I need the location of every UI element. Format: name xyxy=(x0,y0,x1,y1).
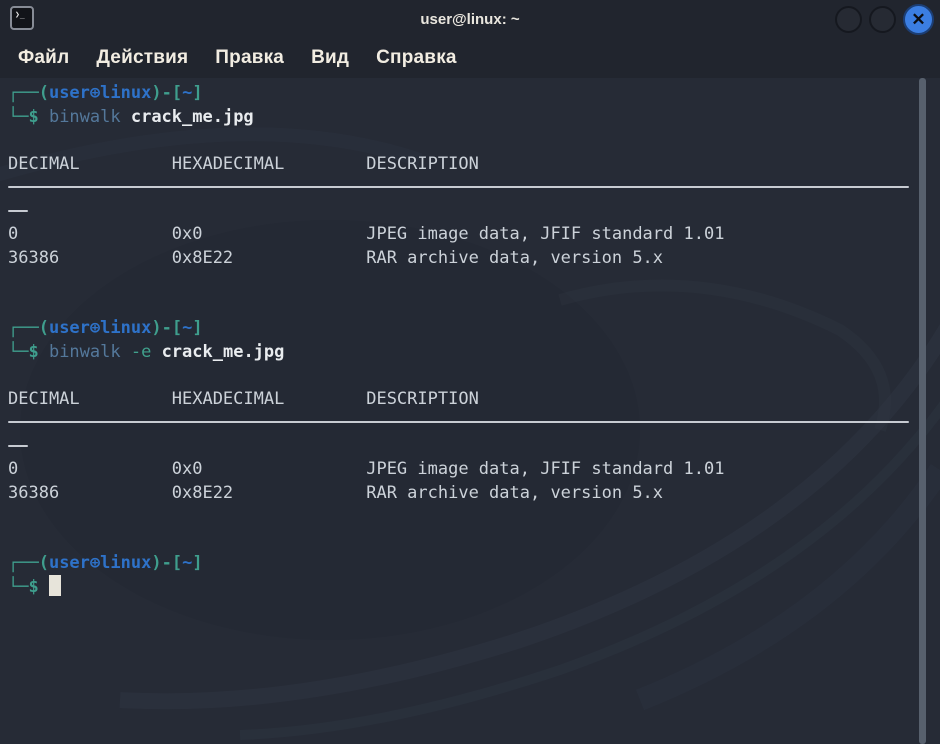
terminal-table-line: 0 0x0 JPEG image data, JFIF standard 1.0… xyxy=(8,224,724,244)
terminal-text-segment: crack_me.jpg xyxy=(162,342,285,362)
separator-rule xyxy=(8,186,909,188)
kali-at-icon: ⊕ xyxy=(90,83,100,103)
terminal-table-line: DECIMAL HEXADECIMAL DESCRIPTION xyxy=(8,154,479,174)
terminal-text-segment: ~ xyxy=(182,553,192,573)
terminal-text-segment: binwalk xyxy=(49,342,131,362)
separator-rule xyxy=(8,210,28,212)
terminal-text-segment: )-[ xyxy=(151,318,182,338)
terminal-text-segment: ~ xyxy=(182,83,192,103)
terminal-output: ┌──(user⊕linux)-[~]└─$ binwalk crack_me.… xyxy=(8,82,909,599)
terminal-viewport[interactable]: ┌──(user⊕linux)-[~]└─$ binwalk crack_me.… xyxy=(0,78,940,744)
terminal-text-segment: ┌──( xyxy=(8,318,49,338)
terminal-text-segment: user xyxy=(49,318,90,338)
terminal-text-segment: user xyxy=(49,83,90,103)
terminal-text-segment: user xyxy=(49,553,90,573)
separator-rule xyxy=(8,445,28,447)
menu-item-file[interactable]: Файл xyxy=(18,47,69,69)
terminal-text-segment: linux xyxy=(100,83,151,103)
terminal-table-line: DECIMAL HEXADECIMAL DESCRIPTION xyxy=(8,389,479,409)
block-cursor xyxy=(49,575,61,596)
menu-item-edit[interactable]: Правка xyxy=(215,47,284,69)
terminal-text-segment: binwalk xyxy=(49,107,131,127)
terminal-window: ❯_ user@linux: ~ ✕ Файл Действия Правка … xyxy=(0,0,940,744)
terminal-text-segment: └─$ xyxy=(8,107,49,127)
window-controls: ✕ xyxy=(835,4,934,35)
menu-item-help[interactable]: Справка xyxy=(376,47,457,69)
terminal-text-segment: linux xyxy=(100,318,151,338)
menu-item-actions[interactable]: Действия xyxy=(96,47,188,69)
titlebar[interactable]: ❯_ user@linux: ~ ✕ xyxy=(0,0,940,38)
kali-at-icon: ⊕ xyxy=(90,318,100,338)
menubar: Файл Действия Правка Вид Справка xyxy=(0,38,940,78)
terminal-text-segment: crack_me.jpg xyxy=(131,107,254,127)
terminal-table-line: 0 0x0 JPEG image data, JFIF standard 1.0… xyxy=(8,459,724,479)
kali-at-icon: ⊕ xyxy=(90,553,100,573)
terminal-text-segment: ┌──( xyxy=(8,83,49,103)
terminal-text-segment: ~ xyxy=(182,318,192,338)
terminal-text-segment: ┌──( xyxy=(8,553,49,573)
terminal-text-segment: ] xyxy=(192,553,202,573)
terminal-table-line: 36386 0x8E22 RAR archive data, version 5… xyxy=(8,483,663,503)
terminal-table-line: 36386 0x8E22 RAR archive data, version 5… xyxy=(8,248,663,268)
terminal-text-segment: ] xyxy=(192,318,202,338)
terminal-text-segment: ] xyxy=(192,83,202,103)
window-title: user@linux: ~ xyxy=(0,0,940,38)
terminal-text-segment: )-[ xyxy=(151,83,182,103)
terminal-text-segment: └─$ xyxy=(8,577,49,597)
terminal-text-segment: )-[ xyxy=(151,553,182,573)
close-icon: ✕ xyxy=(911,11,925,28)
close-button[interactable]: ✕ xyxy=(903,4,934,35)
maximize-button[interactable] xyxy=(869,6,896,33)
minimize-button[interactable] xyxy=(835,6,862,33)
terminal-text-segment: └─$ xyxy=(8,342,49,362)
terminal-text-segment: linux xyxy=(100,553,151,573)
separator-rule xyxy=(8,421,909,423)
scrollbar[interactable] xyxy=(919,78,926,744)
terminal-text-segment: -e xyxy=(131,342,162,362)
menu-item-view[interactable]: Вид xyxy=(311,47,349,69)
